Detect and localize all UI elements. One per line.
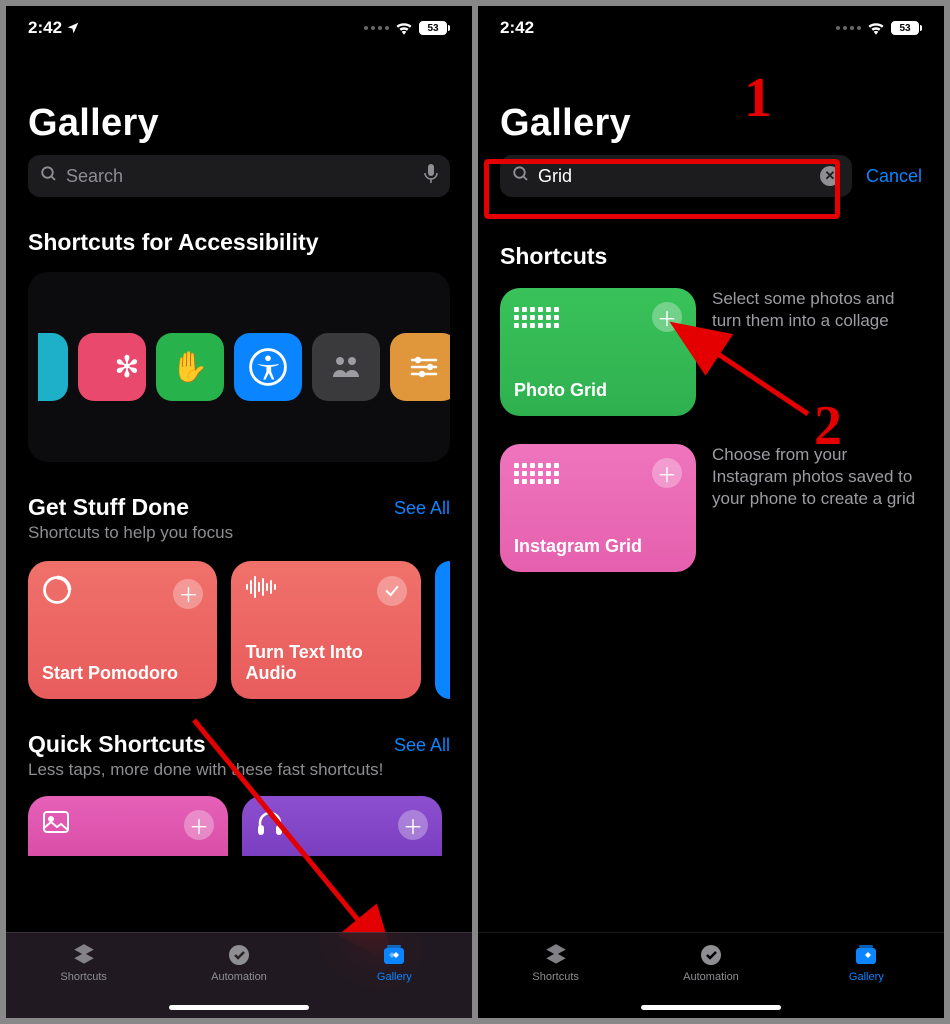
- card-start-pomodoro[interactable]: ＋ Start Pomodoro: [28, 561, 217, 699]
- section-quick-title: Quick Shortcuts: [28, 731, 383, 758]
- wifi-icon: [867, 21, 885, 35]
- section-accessibility-title: Shortcuts for Accessibility: [28, 229, 450, 256]
- result-description: Select some photos and turn them into a …: [712, 288, 922, 416]
- timer-icon: [42, 575, 72, 612]
- section-getstuff-sub: Shortcuts to help you focus: [28, 523, 233, 543]
- acc-tile[interactable]: ✋: [156, 333, 224, 401]
- grid-icon: [514, 463, 559, 484]
- cellular-icon: [836, 26, 861, 30]
- search-input[interactable]: ✕: [500, 155, 852, 197]
- cellular-icon: [364, 26, 389, 30]
- phone-left: 2:42 53 Gallery Shortcuts for: [6, 6, 472, 1018]
- home-indicator[interactable]: [641, 1005, 781, 1010]
- add-icon[interactable]: ＋: [173, 579, 203, 609]
- acc-tile[interactable]: [38, 333, 68, 401]
- page-title: Gallery: [500, 102, 922, 145]
- tab-shortcuts[interactable]: Shortcuts: [478, 933, 633, 1018]
- search-icon: [40, 165, 58, 188]
- search-field[interactable]: [66, 166, 424, 187]
- card-instagram-grid[interactable]: ＋ Instagram Grid: [500, 444, 696, 572]
- card-quick-1[interactable]: ＋: [28, 796, 228, 856]
- search-icon: [512, 165, 530, 188]
- status-bar: 2:42 53: [478, 6, 944, 50]
- acc-tile[interactable]: [312, 333, 380, 401]
- card-label: Instagram Grid: [514, 536, 682, 558]
- card-quick-2[interactable]: ＋: [242, 796, 442, 856]
- tab-gallery[interactable]: Gallery: [317, 933, 472, 1018]
- card-label: Turn Text Into Audio: [245, 642, 406, 685]
- see-all-link[interactable]: See All: [394, 498, 450, 519]
- section-quick-sub: Less taps, more done with these fast sho…: [28, 760, 383, 780]
- add-icon[interactable]: ＋: [652, 458, 682, 488]
- card-turn-text-audio[interactable]: Turn Text Into Audio: [231, 561, 420, 699]
- card-photo-grid[interactable]: ＋ Photo Grid: [500, 288, 696, 416]
- battery-icon: 53: [891, 21, 922, 35]
- automation-icon: [225, 943, 253, 967]
- wifi-icon: [395, 21, 413, 35]
- search-input[interactable]: [28, 155, 450, 197]
- battery-icon: 53: [419, 21, 450, 35]
- cancel-button[interactable]: Cancel: [866, 166, 922, 187]
- card-next-peek[interactable]: [435, 561, 450, 699]
- acc-tile[interactable]: [390, 333, 450, 401]
- mic-icon[interactable]: [424, 164, 438, 189]
- image-icon: [42, 810, 70, 840]
- results-heading: Shortcuts: [500, 243, 922, 270]
- card-label: Photo Grid: [514, 380, 682, 402]
- check-icon[interactable]: [377, 576, 407, 606]
- add-icon[interactable]: ＋: [398, 810, 428, 840]
- card-label: Start Pomodoro: [42, 663, 203, 685]
- section-getstuff-title: Get Stuff Done: [28, 494, 233, 521]
- acc-tile[interactable]: ✻: [78, 333, 146, 401]
- gallery-icon: [380, 943, 408, 967]
- accessibility-banner[interactable]: ✻ ✋: [28, 272, 450, 462]
- add-icon[interactable]: ＋: [652, 302, 682, 332]
- status-time: 2:42: [500, 18, 534, 38]
- location-icon: [66, 21, 80, 35]
- clear-icon[interactable]: ✕: [820, 166, 840, 186]
- see-all-link[interactable]: See All: [394, 735, 450, 756]
- home-indicator[interactable]: [169, 1005, 309, 1010]
- automation-icon: [697, 943, 725, 967]
- page-title: Gallery: [28, 102, 450, 145]
- result-description: Choose from your Instagram photos saved …: [712, 444, 922, 572]
- headphones-icon: [256, 810, 284, 841]
- search-field[interactable]: [538, 166, 820, 187]
- phone-right: 2:42 53 Gallery ✕ Cancel Shortcuts: [478, 6, 944, 1018]
- status-time: 2:42: [28, 18, 62, 38]
- shortcuts-icon: [70, 943, 98, 967]
- tab-shortcuts[interactable]: Shortcuts: [6, 933, 161, 1018]
- gallery-icon: [852, 943, 880, 967]
- waveform-icon: [245, 575, 279, 606]
- status-bar: 2:42 53: [6, 6, 472, 50]
- acc-tile-accessibility[interactable]: [234, 333, 302, 401]
- add-icon[interactable]: ＋: [184, 810, 214, 840]
- shortcuts-icon: [542, 943, 570, 967]
- tab-gallery[interactable]: Gallery: [789, 933, 944, 1018]
- grid-icon: [514, 307, 559, 328]
